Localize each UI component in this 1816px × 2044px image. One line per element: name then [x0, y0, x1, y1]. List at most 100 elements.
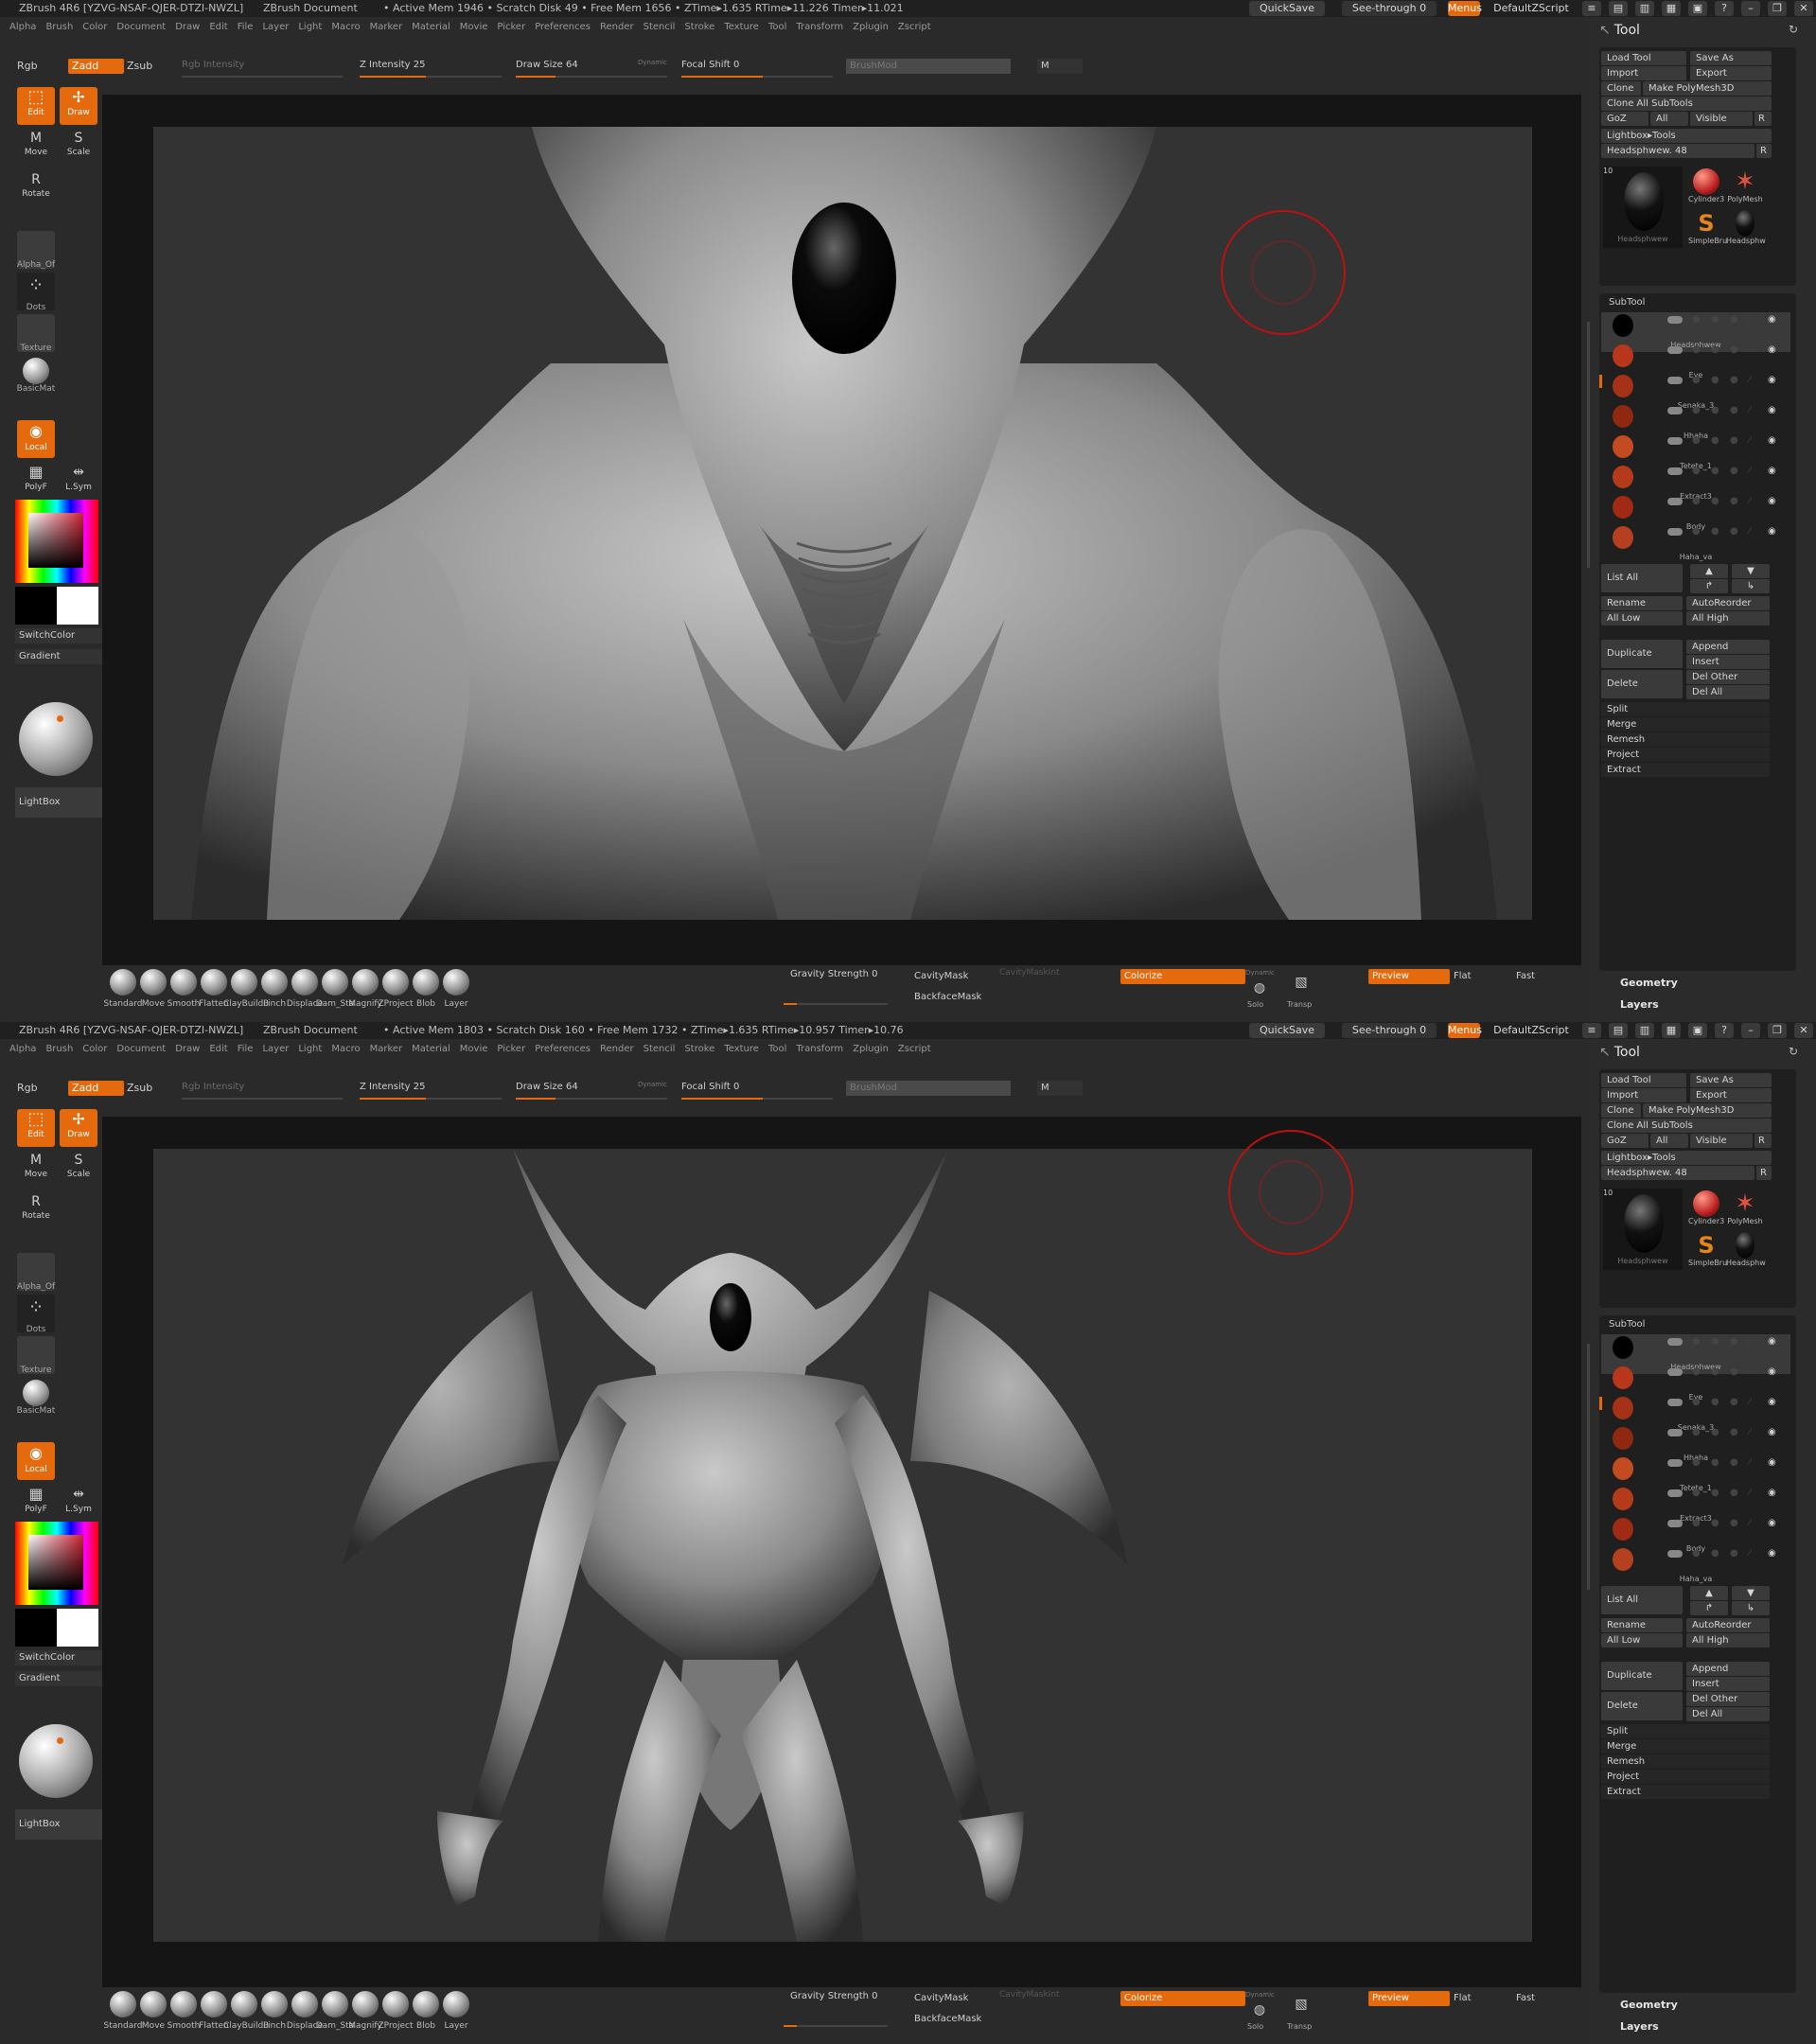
goz-visible-button[interactable]: Visible — [1690, 112, 1753, 126]
menu-item-macro[interactable]: Macro — [331, 19, 360, 36]
menu-item-material[interactable]: Material — [412, 1041, 450, 1058]
goz-r-button[interactable]: R — [1754, 1134, 1772, 1148]
menu-item-texture[interactable]: Texture — [724, 1041, 759, 1058]
polypaint-icon[interactable]: ● — [1692, 1397, 1701, 1407]
tool-thumb-main[interactable]: 10 Headsphwew — [1603, 1189, 1683, 1270]
dot-icon[interactable]: ● — [1730, 1457, 1738, 1468]
flat-button[interactable]: Flat — [1454, 969, 1472, 984]
dot-icon[interactable]: ● — [1711, 466, 1719, 476]
subtool-toggle[interactable] — [1667, 498, 1683, 505]
subtool-toggle[interactable] — [1667, 1399, 1683, 1406]
subtool-toggle[interactable] — [1667, 467, 1683, 475]
dot-icon[interactable]: ● — [1730, 405, 1738, 415]
brush-claybuildu-button[interactable] — [229, 1991, 259, 2019]
fast-button[interactable]: Fast — [1516, 1991, 1535, 2006]
menu-item-material[interactable]: Material — [412, 19, 450, 36]
import-button[interactable]: Import — [1601, 1088, 1686, 1102]
subtool-row[interactable]: ● ● ● ⁄ ◉ Haha_va — [1601, 524, 1790, 564]
brush-claybuildu-button[interactable] — [229, 969, 259, 997]
merge-button[interactable]: Merge — [1601, 717, 1770, 731]
menu-item-stroke[interactable]: Stroke — [684, 1041, 714, 1058]
dot-icon[interactable]: ● — [1711, 435, 1719, 446]
menu-item-stencil[interactable]: Stencil — [644, 1041, 676, 1058]
brush-zproject-button[interactable] — [380, 969, 411, 997]
current-tool-slider[interactable]: Headsphwew. 48 — [1601, 144, 1754, 158]
dot-icon[interactable]: ● — [1730, 435, 1738, 446]
menu-item-document[interactable]: Document — [116, 1041, 166, 1058]
tool-thumb-simplebrush[interactable]: S SimpleBru — [1688, 1232, 1727, 1270]
scale-button[interactable]: S Scale — [60, 1151, 97, 1189]
export-button[interactable]: Export — [1690, 66, 1772, 80]
duplicate-button[interactable]: Duplicate — [1601, 1662, 1683, 1690]
brush-magnify-button[interactable] — [350, 969, 380, 997]
polypaint-icon[interactable]: ● — [1692, 405, 1701, 415]
zsub-button[interactable]: Zsub — [127, 59, 152, 74]
brush-layer-button[interactable] — [441, 1991, 471, 2019]
dynamic-toggle[interactable]: Dynamic — [638, 55, 667, 70]
polypaint-icon[interactable]: ● — [1692, 1488, 1701, 1498]
polypaint-icon[interactable]: ● — [1692, 1336, 1701, 1347]
clone-button[interactable]: Clone — [1601, 81, 1641, 96]
document-viewport[interactable] — [153, 1149, 1532, 1942]
load-tool-button[interactable]: Load Tool — [1601, 1073, 1686, 1087]
menu-item-alpha[interactable]: Alpha — [9, 1041, 36, 1058]
move-up-right-icon[interactable]: ↱ — [1690, 579, 1728, 593]
subtool-toggle[interactable] — [1667, 316, 1683, 324]
brush-pinch-button[interactable] — [259, 1991, 290, 2019]
focal-shift-slider[interactable]: Focal Shift 0 — [681, 58, 739, 73]
polypaint-icon[interactable]: ● — [1692, 375, 1701, 385]
autoreorder-button[interactable]: AutoReorder — [1686, 596, 1770, 610]
secondary-color-swatch[interactable] — [15, 587, 57, 625]
polypaint-icon[interactable]: ● — [1692, 344, 1701, 355]
menu-item-file[interactable]: File — [238, 1041, 254, 1058]
tool-thumb-cylinder[interactable]: Cylinder3 — [1688, 1190, 1724, 1228]
dot-icon[interactable]: ● — [1730, 314, 1738, 325]
color-square[interactable] — [28, 513, 83, 568]
draw-button[interactable]: ✢ Draw — [60, 1109, 97, 1147]
menu-item-picker[interactable]: Picker — [497, 19, 525, 36]
subtool-toggle[interactable] — [1667, 437, 1683, 445]
menu-item-edit[interactable]: Edit — [209, 19, 227, 36]
lightbox-button[interactable]: LightBox — [15, 1809, 102, 1840]
make-polymesh-button[interactable]: Make PolyMesh3D — [1643, 81, 1772, 96]
color-picker[interactable] — [15, 500, 98, 583]
cavitymaskint-slider[interactable]: CavityMaskInt — [999, 1987, 1060, 2002]
menu-item-color[interactable]: Color — [82, 1041, 107, 1058]
lightbox-tools-button[interactable]: Lightbox▸Tools — [1601, 1151, 1772, 1165]
rotate-button[interactable]: R Rotate — [17, 1192, 55, 1230]
default-zscript-button[interactable]: DefaultZScript — [1484, 1, 1578, 16]
color-square[interactable] — [28, 1535, 83, 1590]
subtool-toggle[interactable] — [1667, 1550, 1683, 1558]
merge-button[interactable]: Merge — [1601, 1739, 1770, 1753]
colorize-button[interactable]: Colorize — [1120, 1991, 1245, 2006]
preview-button[interactable]: Preview — [1368, 969, 1450, 984]
brush-blob-button[interactable] — [411, 1991, 441, 2019]
geometry-section[interactable]: Geometry — [1620, 1999, 1678, 2011]
edit-button[interactable]: ⬚ Edit — [17, 1109, 55, 1147]
local-button[interactable]: ◉ Local — [17, 420, 55, 458]
goz-r-button[interactable]: R — [1754, 112, 1772, 126]
close-icon[interactable]: ✕ — [1794, 1023, 1813, 1038]
delete-button[interactable]: Delete — [1601, 1692, 1683, 1720]
dot-icon[interactable]: ● — [1711, 1366, 1719, 1377]
menu-item-layer[interactable]: Layer — [262, 1041, 289, 1058]
dot-icon[interactable]: ● — [1730, 1548, 1738, 1559]
menu-item-file[interactable]: File — [238, 19, 254, 36]
brush-zproject-button[interactable] — [380, 1991, 411, 2019]
subtool-toggle[interactable] — [1667, 346, 1683, 354]
lightbox-tools-button[interactable]: Lightbox▸Tools — [1601, 129, 1772, 143]
draw-size-slider[interactable]: Draw Size 64 — [516, 58, 578, 73]
layout-icon[interactable]: ▤ — [1609, 1, 1628, 16]
polypaint-icon[interactable]: ● — [1692, 1548, 1701, 1559]
subtool-toggle[interactable] — [1667, 377, 1683, 384]
brush-smooth-button[interactable] — [168, 1991, 199, 2019]
solo-icon[interactable]: ◍ — [1247, 2002, 1272, 2021]
z-intensity-slider[interactable]: Z Intensity 25 — [360, 58, 425, 73]
load-tool-button[interactable]: Load Tool — [1601, 51, 1686, 65]
rgb-button[interactable]: Rgb — [17, 59, 38, 74]
export-button[interactable]: Export — [1690, 1088, 1772, 1102]
palette-icon[interactable]: ≡ — [1582, 1023, 1601, 1038]
rgb-intensity-slider[interactable]: Rgb Intensity — [182, 58, 244, 73]
lightbox-button[interactable]: LightBox — [15, 787, 102, 818]
rgb-intensity-slider[interactable]: Rgb Intensity — [182, 1080, 244, 1095]
